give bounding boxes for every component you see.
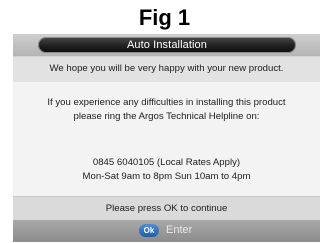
auto-installation-dialog: Auto Installation We hope you will be ve… (13, 34, 320, 242)
help-line-2: please ring the Argos Technical Helpline… (73, 111, 260, 122)
title-strip: Auto Installation (13, 34, 320, 56)
continue-prompt: Please press OK to continue (105, 203, 228, 214)
helpline-phone: 0845 6040105 (Local Rates Apply) (92, 157, 241, 168)
figure-label: Fig 1 (138, 5, 191, 30)
enter-label: Enter (166, 224, 193, 236)
ok-remote-key-icon[interactable]: Ok (139, 224, 159, 237)
dialog-title: Auto Installation (38, 37, 296, 53)
helpline-hours: Mon-Sat 9am to 8pm Sun 10am to 4pm (82, 171, 251, 182)
help-line-1: If you experience any difficulties in in… (47, 97, 286, 108)
welcome-message: We hope you will be very happy with your… (49, 63, 284, 74)
